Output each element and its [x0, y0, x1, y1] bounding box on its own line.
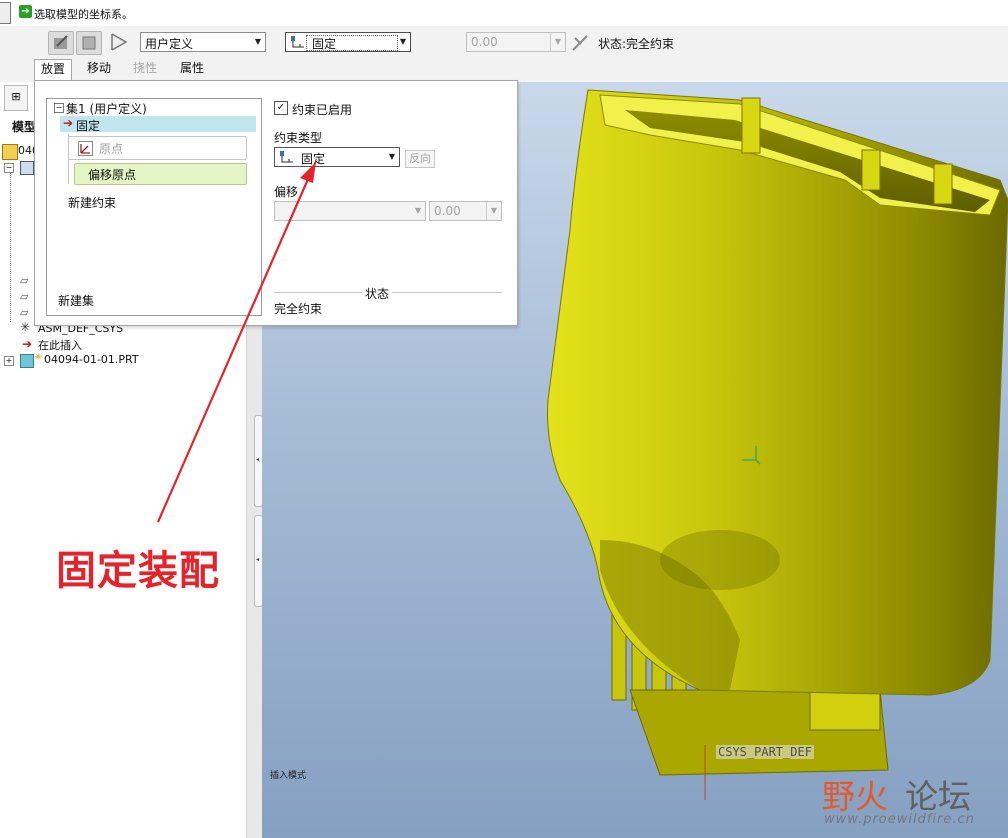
watermark-url: www.proewildfire.cn	[824, 812, 975, 827]
annotation-arrow	[156, 162, 316, 523]
annotation-text: 固定装配	[56, 548, 220, 594]
watermark-brand-suffix: 论坛	[905, 777, 971, 816]
watermark-brand: 野火	[822, 777, 888, 816]
